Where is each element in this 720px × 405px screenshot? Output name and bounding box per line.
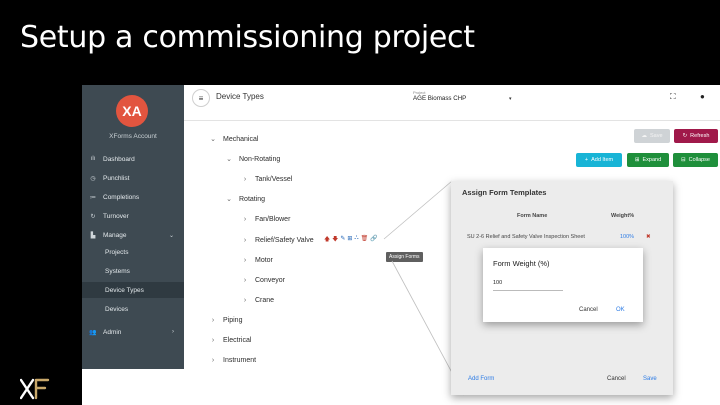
column-header-weight: Weight% [611, 213, 635, 219]
weight-cell[interactable]: 100% [620, 234, 634, 240]
form-name-cell: SU 2-6 Relief and Safety Valve Inspectio… [467, 234, 585, 240]
callout-line-top [383, 180, 453, 240]
cancel-button[interactable]: Cancel [607, 376, 626, 382]
save-button[interactable]: Save [643, 376, 657, 382]
weight-input[interactable]: 100 [493, 280, 563, 291]
app-screenshot: XA XForms Account ılı Dashboard ◷ Punchl… [82, 85, 720, 405]
dialog-title: Form Weight (%) [493, 259, 550, 268]
form-weight-dialog: Form Weight (%) 100 Cancel OK [483, 248, 643, 322]
add-form-link[interactable]: Add Form [468, 376, 494, 382]
ok-button[interactable]: OK [616, 307, 625, 313]
slide-title: Setup a commissioning project [20, 20, 475, 55]
column-header-form-name: Form Name [517, 213, 548, 219]
cancel-button[interactable]: Cancel [579, 307, 598, 313]
xf-logo [20, 378, 50, 400]
dialog-title: Assign Form Templates [462, 188, 547, 197]
remove-icon[interactable]: ✖ [646, 234, 651, 240]
